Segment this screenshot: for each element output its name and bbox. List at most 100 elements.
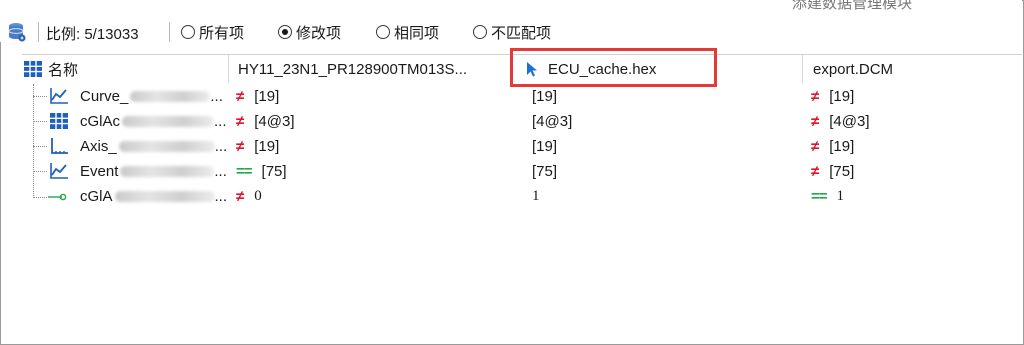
column-header-name-label: 名称 [48, 61, 79, 79]
column-header-file3-label: export.DCM [813, 60, 894, 78]
value-file1: ≠ [4@3] [236, 109, 294, 134]
value-file3: ≠ [75] [811, 159, 854, 184]
value-file1-text: [19] [254, 138, 280, 155]
row-name-text: cGlA [80, 188, 113, 205]
value-file1: ≠ [19] [236, 84, 279, 109]
filter-same-radio[interactable]: 相同项 [376, 22, 439, 42]
value-file3: ≠ [4@3] [811, 109, 869, 134]
row-name-text: Event [80, 163, 119, 180]
row-name-ellipsis: ... [214, 113, 227, 130]
redacted-blur [130, 91, 211, 102]
table-row[interactable]: Axis_... ≠ [19] [19] ≠ [19] [22, 134, 1022, 159]
redacted-blur [120, 166, 215, 177]
value-file1: ≠ [19] [236, 134, 279, 159]
value-file1-text: [75] [261, 163, 287, 180]
not-equal-icon: ≠ [236, 113, 245, 130]
value-file2: [75] [532, 159, 557, 184]
filter-mismatch-radio[interactable]: 不匹配项 [473, 22, 551, 42]
value-file1-text: [19] [254, 88, 280, 105]
tree-line [33, 197, 47, 198]
redacted-blur [122, 116, 215, 127]
radio-dot [473, 25, 487, 39]
not-equal-icon: ≠ [811, 113, 820, 130]
column-header-file3[interactable]: export.DCM [803, 55, 1022, 83]
not-equal-icon: ≠ [811, 138, 820, 155]
row-name: cGlA... [80, 184, 227, 209]
column-header-file1-label: HY11_23N1_PR128900TM013S... [238, 60, 468, 78]
row-name: Event... [80, 159, 227, 184]
value-file3-text: [19] [829, 88, 855, 105]
redacted-blur [114, 191, 215, 202]
table-row[interactable]: Event... == [75] [75] ≠ [75] [22, 159, 1022, 184]
filter-all-radio[interactable]: 所有项 [181, 22, 244, 42]
row-name-text: cGlAc [80, 113, 121, 130]
value-file2-text: [19] [532, 138, 558, 155]
value-file1-text: [4@3] [254, 113, 295, 130]
curve-icon [50, 88, 68, 104]
window-title-fragment: 添建数据管理模块 [792, 0, 913, 12]
row-name-ellipsis: ... [214, 188, 228, 205]
value-file3: ≠ [19] [811, 84, 854, 109]
not-equal-icon: ≠ [236, 188, 245, 205]
tree-line [33, 146, 47, 147]
cursor-icon [527, 62, 537, 77]
redacted-blur [118, 141, 215, 152]
table-row[interactable]: cGlAc... ≠ [4@3] [4@3] ≠ [4@3] [22, 109, 1022, 134]
value-file2-text: [75] [532, 163, 558, 180]
curve-icon [50, 163, 68, 179]
value-file3-text: [4@3] [829, 113, 870, 130]
value-file3-text: 1 [836, 188, 845, 204]
value-file1: ≠ 0 [236, 184, 262, 209]
value-file1: == [75] [236, 159, 287, 184]
toolbar: 比例: 5/13033 所有项 修改项 相同项 不匹配项 添建数据管理模块 [0, 0, 1022, 43]
radio-dot-checked [278, 25, 292, 39]
column-header-file2[interactable]: ECU_cache.hex [512, 55, 802, 83]
table-icon [24, 61, 42, 77]
value-icon [48, 193, 67, 201]
filter-same-label: 相同项 [394, 24, 440, 42]
row-name-text: Axis_ [80, 138, 117, 155]
value-file2-text: [19] [532, 88, 558, 105]
row-name: cGlAc... [80, 109, 227, 134]
map-icon [50, 113, 68, 129]
axis-icon [51, 138, 68, 154]
value-file2-text: [4@3] [532, 113, 573, 130]
column-header-file2-label: ECU_cache.hex [548, 60, 657, 78]
row-name-text: Curve_ [80, 88, 129, 105]
value-file2: [19] [532, 84, 557, 109]
filter-mismatch-label: 不匹配项 [491, 24, 552, 42]
ratio-label: 比例: 5/13033 [46, 26, 139, 43]
column-header-file1[interactable]: HY11_23N1_PR128900TM013S... [230, 55, 512, 83]
value-file3: == 1 [811, 184, 844, 209]
value-file2-text: 1 [532, 188, 540, 204]
tree-line [33, 171, 47, 172]
row-name: Axis_... [80, 134, 227, 159]
value-file3: ≠ [19] [811, 134, 854, 159]
toolbar-separator [38, 22, 39, 42]
value-file2: [19] [532, 134, 557, 159]
not-equal-icon: ≠ [236, 88, 245, 105]
table-row[interactable]: Curve_... ≠ [19] [19] ≠ [19] [22, 84, 1022, 109]
row-name-ellipsis: ... [214, 138, 228, 155]
filter-modified-label: 修改项 [296, 24, 342, 42]
database-icon[interactable] [8, 22, 26, 42]
equal-icon: == [811, 188, 828, 205]
radio-dot [181, 25, 195, 39]
table-row[interactable]: cGlA... ≠ 0 1 == 1 [22, 184, 1022, 209]
value-file3-text: [19] [829, 138, 855, 155]
radio-dot [376, 25, 390, 39]
row-name-ellipsis: ... [210, 88, 223, 105]
value-file2: [4@3] [532, 109, 572, 134]
value-file2: 1 [532, 184, 540, 209]
row-name: Curve_... [80, 84, 223, 109]
not-equal-icon: ≠ [236, 138, 245, 155]
compare-grid: 名称 HY11_23N1_PR128900TM013S... ECU_cache… [22, 48, 1022, 343]
toolbar-separator [169, 22, 170, 42]
row-name-ellipsis: ... [214, 163, 227, 180]
tree-line [33, 96, 47, 97]
column-header-name[interactable]: 名称 [22, 55, 229, 83]
not-equal-icon: ≠ [811, 163, 820, 180]
filter-all-label: 所有项 [199, 24, 245, 42]
equal-icon: == [236, 163, 253, 180]
filter-modified-radio[interactable]: 修改项 [278, 22, 341, 42]
